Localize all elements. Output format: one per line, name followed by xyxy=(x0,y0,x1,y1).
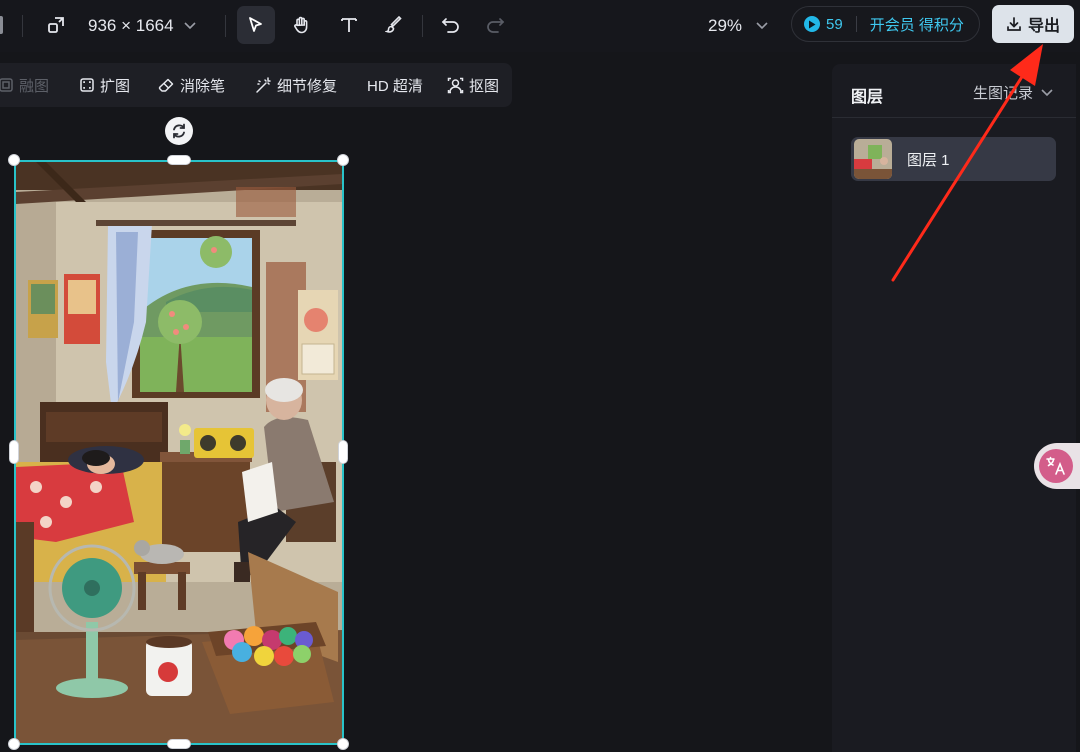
resize-handle-right[interactable] xyxy=(338,440,348,464)
chevron-down-icon xyxy=(1041,88,1053,96)
brush-icon xyxy=(385,16,402,33)
text-icon xyxy=(341,18,357,32)
resize-handle-top-left[interactable] xyxy=(8,154,20,166)
rotate-icon xyxy=(173,123,185,139)
eraser-icon xyxy=(158,78,174,92)
resize-handle-bottom-right[interactable] xyxy=(337,738,349,750)
tool-detail-repair[interactable]: 细节修复 xyxy=(255,75,337,95)
tool-label: 扩图 xyxy=(100,77,131,95)
export-label: 导出 xyxy=(1027,18,1060,35)
magic-wand-icon xyxy=(256,76,271,93)
hand-tool-button[interactable] xyxy=(282,6,320,44)
download-icon xyxy=(1007,17,1021,31)
layer-item[interactable]: 图层 1 xyxy=(851,137,1056,181)
export-button[interactable]: 导出 xyxy=(992,5,1074,43)
chevron-down-icon xyxy=(756,22,768,30)
membership-label: 开会员 得积分 xyxy=(869,16,964,34)
resize-handle-bottom[interactable] xyxy=(167,739,191,749)
tool-label: 融图 xyxy=(19,77,50,95)
points-coin-icon xyxy=(804,16,820,32)
tool-cutout[interactable]: 抠图 xyxy=(447,75,499,95)
expand-icon xyxy=(80,78,94,92)
undo-icon xyxy=(441,18,459,33)
undo-button[interactable] xyxy=(432,6,470,44)
tool-label: 消除笔 xyxy=(180,77,226,95)
points-count: 59 xyxy=(826,15,843,33)
resize-handle-top-right[interactable] xyxy=(337,154,349,166)
canvas-size-value: 936 × 1664 xyxy=(88,16,174,35)
canvas-image[interactable] xyxy=(14,160,344,745)
toolbar-divider xyxy=(422,15,423,37)
canvas-size-dropdown[interactable]: 936 × 1664 xyxy=(88,14,196,38)
tool-label: HD 超清 xyxy=(367,77,423,95)
edit-tools-bar: 融图 扩图 消除笔 细节修复 HD 超清 抠图 xyxy=(0,63,512,107)
redo-button[interactable] xyxy=(476,6,514,44)
tool-expand[interactable]: 扩图 xyxy=(79,75,130,95)
top-toolbar: 936 × 1664 29% 59 开会员 得积分 导出 xyxy=(0,0,1080,52)
rotate-handle[interactable] xyxy=(165,117,193,145)
generation-history-dropdown[interactable]: 生图记录 xyxy=(973,82,1053,103)
tool-hd-upscale[interactable]: HD 超清 xyxy=(367,75,423,95)
brush-tool-button[interactable] xyxy=(375,6,413,44)
zoom-dropdown[interactable]: 29% xyxy=(708,14,768,38)
membership-points-button[interactable]: 59 开会员 得积分 xyxy=(791,6,980,42)
member-divider xyxy=(855,16,857,32)
toolbar-divider xyxy=(225,15,226,37)
zoom-value: 29% xyxy=(708,16,743,35)
translate-icon xyxy=(1039,449,1073,483)
generation-history-label: 生图记录 xyxy=(973,85,1034,102)
sidebar-edge-tab[interactable] xyxy=(0,16,3,34)
tool-label: 细节修复 xyxy=(277,77,338,95)
redo-icon xyxy=(487,18,505,33)
text-tool-button[interactable] xyxy=(330,6,368,44)
resize-handle-top[interactable] xyxy=(167,155,191,165)
toolbar-divider xyxy=(22,15,23,37)
layer-name: 图层 1 xyxy=(907,151,950,169)
generated-scene-image xyxy=(16,162,342,743)
tool-blend[interactable]: 融图 xyxy=(0,75,49,95)
tool-eraser[interactable]: 消除笔 xyxy=(158,75,225,95)
cursor-arrow-icon xyxy=(249,17,262,32)
chevron-down-icon xyxy=(183,22,196,30)
resize-canvas-icon[interactable] xyxy=(37,6,75,44)
layer-thumbnail xyxy=(854,139,892,179)
translate-float-button[interactable] xyxy=(1034,443,1080,489)
panel-divider xyxy=(832,117,1076,118)
resize-handle-bottom-left[interactable] xyxy=(8,738,20,750)
layers-panel: 图层 生图记录 图层 1 xyxy=(832,64,1076,752)
tool-label: 抠图 xyxy=(469,77,500,95)
hand-icon xyxy=(294,16,308,34)
resize-handle-left[interactable] xyxy=(9,440,19,464)
layers-panel-title: 图层 xyxy=(851,89,884,106)
blend-icon xyxy=(0,78,13,92)
select-tool-button[interactable] xyxy=(237,6,275,44)
cutout-icon xyxy=(447,77,464,93)
